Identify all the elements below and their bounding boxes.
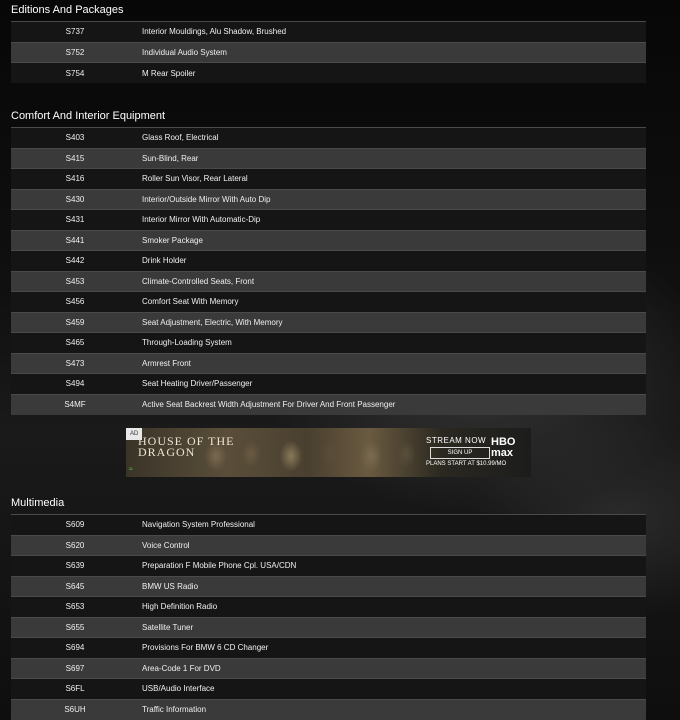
option-description: Smoker Package [139, 229, 646, 251]
section-title-comfort: Comfort And Interior Equipment [11, 110, 166, 122]
option-code: S465 [11, 332, 139, 353]
table-row: S6UH Traffic Information [11, 698, 646, 720]
section-title-editions: Editions And Packages [11, 4, 124, 16]
option-code: S4MF [11, 393, 139, 415]
table-row: S459 Seat Adjustment, Electric, With Memo… [11, 311, 646, 333]
table-row: S415 Sun-Blind, Rear [11, 147, 646, 169]
option-description: Sun-Blind, Rear [139, 147, 646, 169]
advertisement-banner[interactable]: AD HOUSE OF THE DRAGON ≈ STREAM NOW HBO … [126, 428, 531, 477]
table-row: S737 Interior Mouldings, Alu Shadow, Brus… [11, 21, 646, 42]
option-description: Drink Holder [139, 250, 646, 271]
ad-logo-line: DRAGON [138, 445, 196, 459]
signal-icon: ≈ [129, 466, 133, 473]
option-code: S620 [11, 534, 139, 556]
table-row: S441 Smoker Package [11, 229, 646, 251]
options-table-editions: S737 Interior Mouldings, Alu Shadow, Brus… [11, 21, 646, 83]
option-code: S459 [11, 311, 139, 333]
option-description: Area-Code 1 For DVD [139, 657, 646, 679]
table-row: S609 Navigation System Professional [11, 514, 646, 535]
option-description: Roller Sun Visor, Rear Lateral [139, 168, 646, 189]
table-row: S754 M Rear Spoiler [11, 62, 646, 83]
table-row: S697 Area-Code 1 For DVD [11, 657, 646, 679]
ad-show-logo: HOUSE OF THE DRAGON [138, 435, 234, 459]
option-description: Climate-Controlled Seats, Front [139, 270, 646, 292]
option-description: Seat Heating Driver/Passenger [139, 373, 646, 394]
option-code: S494 [11, 373, 139, 394]
option-code: S456 [11, 291, 139, 312]
option-code: S639 [11, 555, 139, 576]
ad-signup-button[interactable]: SIGN UP [430, 447, 490, 459]
option-code: S697 [11, 657, 139, 679]
option-description: Interior Mouldings, Alu Shadow, Brushed [139, 21, 646, 42]
option-description: Active Seat Backrest Width Adjustment Fo… [139, 393, 646, 415]
option-code: S754 [11, 62, 139, 83]
option-description: USB/Audio Interface [139, 678, 646, 699]
table-row: S473 Armrest Front [11, 352, 646, 374]
option-code: S442 [11, 250, 139, 271]
option-code: S752 [11, 41, 139, 63]
table-row: S430 Interior/Outside Mirror With Auto Di… [11, 188, 646, 210]
option-description: Glass Roof, Electrical [139, 127, 646, 148]
option-code: S453 [11, 270, 139, 292]
option-code: S415 [11, 147, 139, 169]
section-title-multimedia: Multimedia [11, 497, 65, 509]
table-row: S431 Interior Mirror With Automatic-Dip [11, 209, 646, 230]
table-row: S639 Preparation F Mobile Phone Cpl. USA/… [11, 555, 646, 576]
table-row: S453 Climate-Controlled Seats, Front [11, 270, 646, 292]
option-description: Provisions For BMW 6 CD Changer [139, 637, 646, 658]
table-row: S4MF Active Seat Backrest Width Adjustmen… [11, 393, 646, 415]
table-row: S653 High Definition Radio [11, 596, 646, 617]
option-code: S6UH [11, 698, 139, 720]
option-code: S441 [11, 229, 139, 251]
table-row: S465 Through-Loading System [11, 332, 646, 353]
option-description: Voice Control [139, 534, 646, 556]
table-row: S403 Glass Roof, Electrical [11, 127, 646, 148]
table-row: S620 Voice Control [11, 534, 646, 556]
table-row: S494 Seat Heating Driver/Passenger [11, 373, 646, 394]
option-code: S6FL [11, 678, 139, 699]
option-code: S653 [11, 596, 139, 617]
option-description: BMW US Radio [139, 575, 646, 597]
option-description: Through-Loading System [139, 332, 646, 353]
option-description: Seat Adjustment, Electric, With Memory [139, 311, 646, 333]
option-description: Traffic Information [139, 698, 646, 720]
option-code: S655 [11, 616, 139, 638]
table-row: S6FL USB/Audio Interface [11, 678, 646, 699]
ad-stream-now: STREAM NOW [426, 436, 487, 445]
table-row: S442 Drink Holder [11, 250, 646, 271]
option-description: Satellite Tuner [139, 616, 646, 638]
option-code: S403 [11, 127, 139, 148]
ad-pricing-text: PLANS START AT $10.99/MO [426, 461, 507, 467]
option-description: Navigation System Professional [139, 514, 646, 535]
options-table-comfort: S403 Glass Roof, Electrical S415 Sun-Blind… [11, 127, 646, 415]
table-row: S416 Roller Sun Visor, Rear Lateral [11, 168, 646, 189]
table-row: S456 Comfort Seat With Memory [11, 291, 646, 312]
option-code: S645 [11, 575, 139, 597]
option-code: S473 [11, 352, 139, 374]
option-code: S609 [11, 514, 139, 535]
option-description: Armrest Front [139, 352, 646, 374]
table-row: S655 Satellite Tuner [11, 616, 646, 638]
option-description: Individual Audio System [139, 41, 646, 63]
option-code: S430 [11, 188, 139, 210]
option-description: Comfort Seat With Memory [139, 291, 646, 312]
option-code: S737 [11, 21, 139, 42]
table-row: S694 Provisions For BMW 6 CD Changer [11, 637, 646, 658]
option-description: Interior/Outside Mirror With Auto Dip [139, 188, 646, 210]
option-description: High Definition Radio [139, 596, 646, 617]
option-description: Interior Mirror With Automatic-Dip [139, 209, 646, 230]
table-row: S752 Individual Audio System [11, 41, 646, 63]
option-code: S431 [11, 209, 139, 230]
option-code: S416 [11, 168, 139, 189]
option-description: Preparation F Mobile Phone Cpl. USA/CDN [139, 555, 646, 576]
ad-brand-logo: HBO max [491, 436, 516, 459]
option-description: M Rear Spoiler [139, 62, 646, 83]
option-code: S694 [11, 637, 139, 658]
table-row: S645 BMW US Radio [11, 575, 646, 597]
options-table-multimedia: S609 Navigation System Professional S620 V… [11, 514, 646, 720]
